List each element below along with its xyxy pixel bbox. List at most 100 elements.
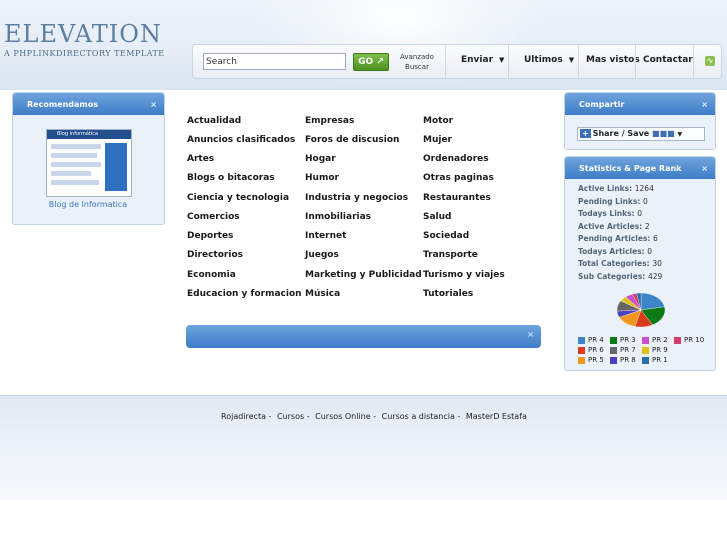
center-box-header: × (186, 325, 541, 348)
category-link[interactable]: Comercios (187, 212, 240, 222)
share-save-button[interactable]: + Share / Save ■■■ ▼ (577, 127, 705, 141)
close-icon[interactable]: × (701, 157, 708, 181)
category-link[interactable]: Restaurantes (423, 193, 491, 203)
legend-label: PR 6 (588, 346, 604, 354)
stat-label: Active Links: (578, 184, 633, 193)
category-link[interactable]: Economia (187, 270, 236, 280)
nav-item-ultimos[interactable]: Ultimos ▼ (524, 45, 574, 78)
category-link[interactable]: Ciencia y tecnologia (187, 193, 289, 203)
stats-box: Statistics & Page Rank × Active Links: 1… (564, 156, 716, 371)
stat-todays-links: Todays Links: 0 (578, 209, 642, 218)
stat-pending-articles: Pending Articles: 6 (578, 234, 658, 243)
close-icon[interactable]: × (701, 93, 708, 117)
blog-caption-link[interactable]: Blog de Informatica (13, 200, 163, 209)
category-link[interactable]: Empresas (305, 116, 354, 126)
advanced-search-line2: Buscar (405, 63, 429, 71)
search-input[interactable] (203, 53, 346, 70)
category-link[interactable]: Actualidad (187, 116, 241, 126)
stat-label: Sub Categories: (578, 272, 646, 281)
category-link[interactable]: Blogs o bitacoras (187, 173, 275, 183)
category-link[interactable]: Deportes (187, 231, 233, 241)
stat-value: 0 (642, 197, 648, 206)
category-link[interactable]: Música (305, 289, 340, 299)
compartir-box: Compartir × + Share / Save ■■■ ▼ (564, 92, 716, 150)
close-icon[interactable]: × (527, 330, 534, 339)
category-link[interactable]: Educacion y formacion (187, 289, 302, 299)
stat-active-articles: Active Articles: 2 (578, 222, 650, 231)
category-link[interactable]: Inmobiliarias (305, 212, 371, 222)
nav-item-mas-vistos[interactable]: Mas vistos (586, 45, 640, 78)
nav-divider (635, 45, 636, 78)
category-link[interactable]: Salud (423, 212, 452, 222)
legend-pr7: PR 7 (610, 346, 636, 354)
legend-label: PR 10 (684, 336, 705, 344)
stat-total-categories: Total Categories: 30 (578, 259, 662, 268)
footer-link[interactable]: Cursos Online - (315, 412, 376, 421)
category-link[interactable]: Marketing y Publicidad (305, 270, 422, 280)
stat-value: 0 (637, 209, 642, 218)
search-arrow-icon: ↗ (376, 57, 384, 67)
category-link[interactable]: Turismo y viajes (423, 270, 505, 280)
pagerank-pie (616, 290, 666, 333)
legend-swatch (578, 336, 585, 344)
category-link[interactable]: Ordenadores (423, 154, 489, 164)
nav-divider (508, 45, 509, 78)
category-link[interactable]: Industria y negocios (305, 193, 408, 203)
stat-label: Pending Links: (578, 197, 641, 206)
plus-icon: + (580, 129, 591, 138)
thumbnail-row (51, 144, 101, 149)
legend-swatch (578, 346, 585, 354)
advanced-search-link[interactable]: Avanzado Buscar (396, 52, 438, 72)
chevron-down-icon: ▼ (568, 56, 575, 64)
category-link[interactable]: Hogar (305, 154, 336, 164)
category-link[interactable]: Tutoriales (423, 289, 473, 299)
footer-link[interactable]: Cursos - (277, 412, 310, 421)
category-link[interactable]: Otras paginas (423, 173, 494, 183)
top-navbar: GO ↗ Avanzado Buscar Enviar ▼ Ultimos ▼ Ma… (192, 44, 722, 79)
stat-label: Total Categories: (578, 259, 650, 268)
category-link[interactable]: Humor (305, 173, 339, 183)
nav-item-contactar[interactable]: Contactar (643, 45, 693, 78)
category-link[interactable]: Foros de discusion (305, 135, 399, 145)
legend-label: PR 9 (652, 346, 668, 354)
advanced-search-line1: Avanzado (400, 53, 434, 61)
footer-link[interactable]: Cursos a distancia - (382, 412, 461, 421)
thumbnail-row (51, 180, 99, 185)
legend-label: PR 7 (620, 346, 636, 354)
category-link[interactable]: Artes (187, 154, 214, 164)
legend-pr10: PR 10 (674, 336, 704, 344)
legend-label: PR 3 (620, 336, 636, 344)
category-link[interactable]: Juegos (305, 250, 339, 260)
legend-pr4: PR 4 (578, 336, 604, 344)
stats-header: Statistics & Page Rank × (565, 157, 715, 179)
thumbnail-row (51, 162, 101, 167)
recomendamos-box: Recomendamos × Blog informática Blog de … (12, 92, 165, 225)
category-link[interactable]: Directorios (187, 250, 243, 260)
legend-pr1: PR 1 (642, 356, 668, 364)
category-link[interactable]: Internet (305, 231, 346, 241)
footer-links: Rojadirecta - Cursos - Cursos Online - C… (221, 412, 530, 421)
nav-enviar-label: Enviar (461, 55, 494, 65)
close-icon[interactable]: × (150, 93, 157, 117)
stat-value: 0 (647, 247, 653, 256)
category-link[interactable]: Mujer (423, 135, 452, 145)
search-go-button[interactable]: GO ↗ (353, 53, 389, 71)
compartir-header: Compartir × (565, 93, 715, 115)
thumbnail-sidebar (105, 143, 127, 191)
category-link[interactable]: Sociedad (423, 231, 469, 241)
blog-thumbnail[interactable]: Blog informática (46, 129, 132, 197)
legend-swatch (642, 356, 649, 364)
site-logo[interactable]: ELEVATION (4, 20, 162, 48)
nav-item-enviar[interactable]: Enviar ▼ (461, 45, 504, 78)
stat-value: 2 (644, 222, 650, 231)
rss-icon[interactable]: ∿ (705, 56, 715, 66)
category-link[interactable]: Transporte (423, 250, 478, 260)
legend-pr8: PR 8 (610, 356, 636, 364)
nav-divider (445, 45, 446, 78)
legend-label: PR 2 (652, 336, 668, 344)
footer-link[interactable]: Rojadirecta - (221, 412, 271, 421)
category-link[interactable]: Anuncios clasificados (187, 135, 295, 145)
category-link[interactable]: Motor (423, 116, 453, 126)
legend-pr5: PR 5 (578, 356, 604, 364)
footer-link[interactable]: MasterD Estafa (466, 412, 527, 421)
